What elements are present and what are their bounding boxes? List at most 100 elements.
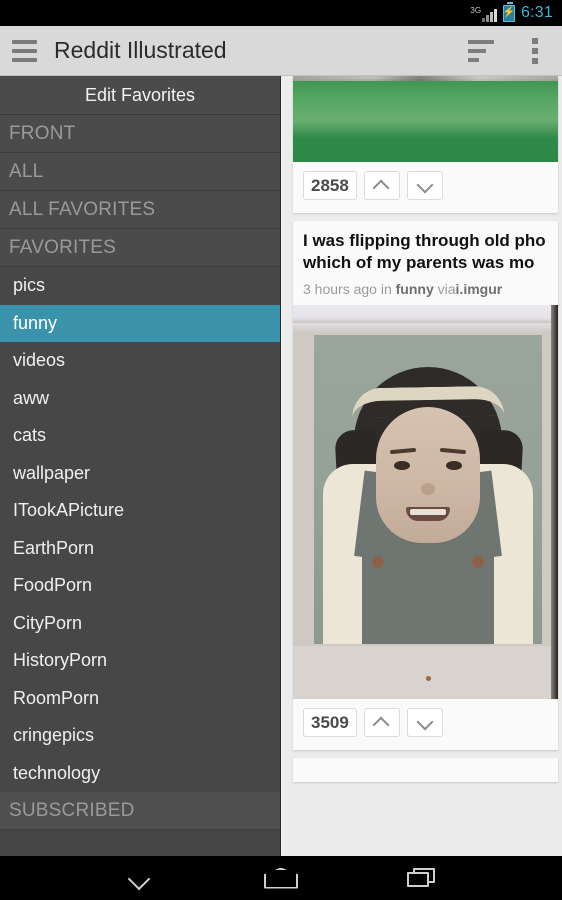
portrait-teeth [410, 509, 446, 515]
sidebar-item-label: funny [13, 312, 58, 333]
chevron-up-icon [374, 181, 389, 190]
vote-bar: 2858 [293, 162, 558, 213]
sidebar-section-favorites[interactable]: FAVORITES [0, 229, 280, 267]
portrait-button-left [372, 556, 384, 568]
vote-bar: 3509 [293, 699, 558, 750]
overflow-menu-button[interactable] [508, 26, 562, 76]
downvote-button[interactable] [406, 708, 443, 737]
post-image-vintage-portrait[interactable] [293, 305, 558, 699]
post-title-line: which of my parents was mo [303, 253, 535, 272]
portrait-mouth [406, 507, 450, 521]
post-title[interactable]: I was flipping through old pho which of … [293, 221, 558, 274]
downvote-button[interactable] [406, 171, 443, 200]
sidebar-item-foodporn[interactable]: FoodPorn [0, 567, 280, 605]
sidebar-item-label: videos [13, 350, 66, 371]
drawer-header[interactable]: Edit Favorites [0, 76, 280, 115]
portrait-eye-right [446, 461, 462, 470]
back-button[interactable] [105, 856, 175, 900]
signal-bars-icon: 3G [470, 5, 498, 22]
status-bar-clock: 6:31 [521, 4, 553, 21]
sidebar-item-label: wallpaper [13, 462, 91, 483]
back-chevron-icon [127, 871, 153, 885]
post-meta-in: in [380, 281, 392, 297]
phone-screen: 3G ⚡ 6:31 Reddit Illustrated Edit Favori… [0, 0, 562, 900]
sidebar-item-cringepics[interactable]: cringepics [0, 717, 280, 755]
edit-favorites-label: Edit Favorites [84, 84, 196, 105]
upvote-button[interactable] [363, 708, 400, 737]
sidebar-section-all-favorites[interactable]: ALL FAVORITES [0, 191, 280, 229]
app-bar: Reddit Illustrated [0, 26, 562, 76]
post-meta-subreddit[interactable]: funny [396, 281, 434, 297]
sidebar-item-label: pics [13, 275, 46, 296]
sidebar-section-all[interactable]: ALL [0, 153, 280, 191]
post-title-line: I was flipping through old pho [303, 231, 546, 250]
status-bar-right: 3G ⚡ 6:31 [470, 2, 553, 22]
network-type-label: 3G [470, 5, 482, 15]
navigation-drawer: Edit Favorites FRONT ALL ALL FAVORITES F… [0, 76, 281, 856]
sidebar-item-earthporn[interactable]: EarthPorn [0, 529, 280, 567]
post-image-green-field[interactable] [293, 76, 558, 162]
app-title: Reddit Illustrated [54, 37, 227, 63]
battery-charging-icon: ⚡ [502, 2, 516, 22]
sidebar-section-label: FAVORITES [9, 236, 117, 258]
sort-button[interactable] [454, 26, 508, 76]
sidebar-item-videos[interactable]: videos [0, 342, 280, 380]
post-card-next-partial[interactable] [293, 758, 558, 782]
sidebar-item-roomporn[interactable]: RoomPorn [0, 679, 280, 717]
sidebar-section-subscribed[interactable]: SUBSCRIBED [0, 792, 280, 830]
sidebar-item-wallpaper[interactable]: wallpaper [0, 454, 280, 492]
sort-icon [468, 39, 494, 62]
photo-top-band [293, 305, 558, 323]
chevron-down-icon [417, 718, 432, 727]
sidebar-section-label: ALL FAVORITES [9, 198, 156, 220]
post-score[interactable]: 2858 [303, 171, 357, 200]
sidebar-item-label: aww [13, 387, 50, 408]
portrait-eye-left [394, 461, 410, 470]
post-feed[interactable]: 2858 I was flipping through old pho whic… [281, 76, 562, 856]
sidebar-item-aww[interactable]: aww [0, 379, 280, 417]
sidebar-item-cityporn[interactable]: CityPorn [0, 604, 280, 642]
hamburger-menu-icon[interactable] [0, 26, 48, 76]
post-meta: 3 hours ago in funny viai.imgur [293, 274, 558, 305]
recents-icon [406, 868, 437, 888]
sidebar-item-cats[interactable]: cats [0, 417, 280, 455]
sidebar-item-itookapicture[interactable]: ITookAPicture [0, 492, 280, 530]
post-meta-via: via [437, 281, 456, 297]
sidebar-section-label: ALL [9, 160, 44, 182]
photo-right-edge-shadow [551, 305, 558, 699]
sidebar-item-label: RoomPorn [13, 687, 100, 708]
post-meta-domain[interactable]: i.imgur [456, 281, 503, 297]
chevron-up-icon [374, 718, 389, 727]
portrait-face [376, 407, 480, 543]
post-score[interactable]: 3509 [303, 708, 357, 737]
sidebar-section-front[interactable]: FRONT [0, 115, 280, 153]
recents-button[interactable] [387, 856, 457, 900]
sidebar-item-label: technology [13, 762, 101, 783]
sidebar-item-label: FoodPorn [13, 575, 93, 596]
sidebar-item-label: cats [13, 425, 47, 446]
home-button[interactable] [246, 856, 316, 900]
portrait-nose [421, 483, 435, 495]
sidebar-item-funny[interactable]: funny [0, 304, 280, 342]
photo-inner-frame [314, 335, 542, 644]
sidebar-item-label: CityPorn [13, 612, 83, 633]
status-bar: 3G ⚡ 6:31 [0, 0, 562, 26]
sidebar-item-label: cringepics [13, 725, 95, 746]
post-meta-time: 3 hours ago [303, 281, 377, 297]
sidebar-item-label: ITookAPicture [13, 500, 125, 521]
overflow-menu-icon [532, 37, 538, 64]
battery-bolt-glyph: ⚡ [502, 7, 516, 18]
chevron-down-icon [417, 181, 432, 190]
upvote-button[interactable] [363, 171, 400, 200]
portrait-brow-right [439, 447, 467, 455]
home-icon [263, 867, 298, 889]
sidebar-item-historyporn[interactable]: HistoryPorn [0, 642, 280, 680]
sidebar-item-pics[interactable]: pics [0, 267, 280, 305]
post-card[interactable]: I was flipping through old pho which of … [293, 221, 558, 750]
sidebar-item-technology[interactable]: technology [0, 754, 280, 792]
system-navigation-bar [0, 856, 562, 900]
photo-bottom-texture [293, 646, 558, 699]
signal-bars-glyph [482, 8, 498, 22]
portrait-headband [351, 385, 505, 419]
post-card[interactable]: 2858 [293, 76, 558, 213]
